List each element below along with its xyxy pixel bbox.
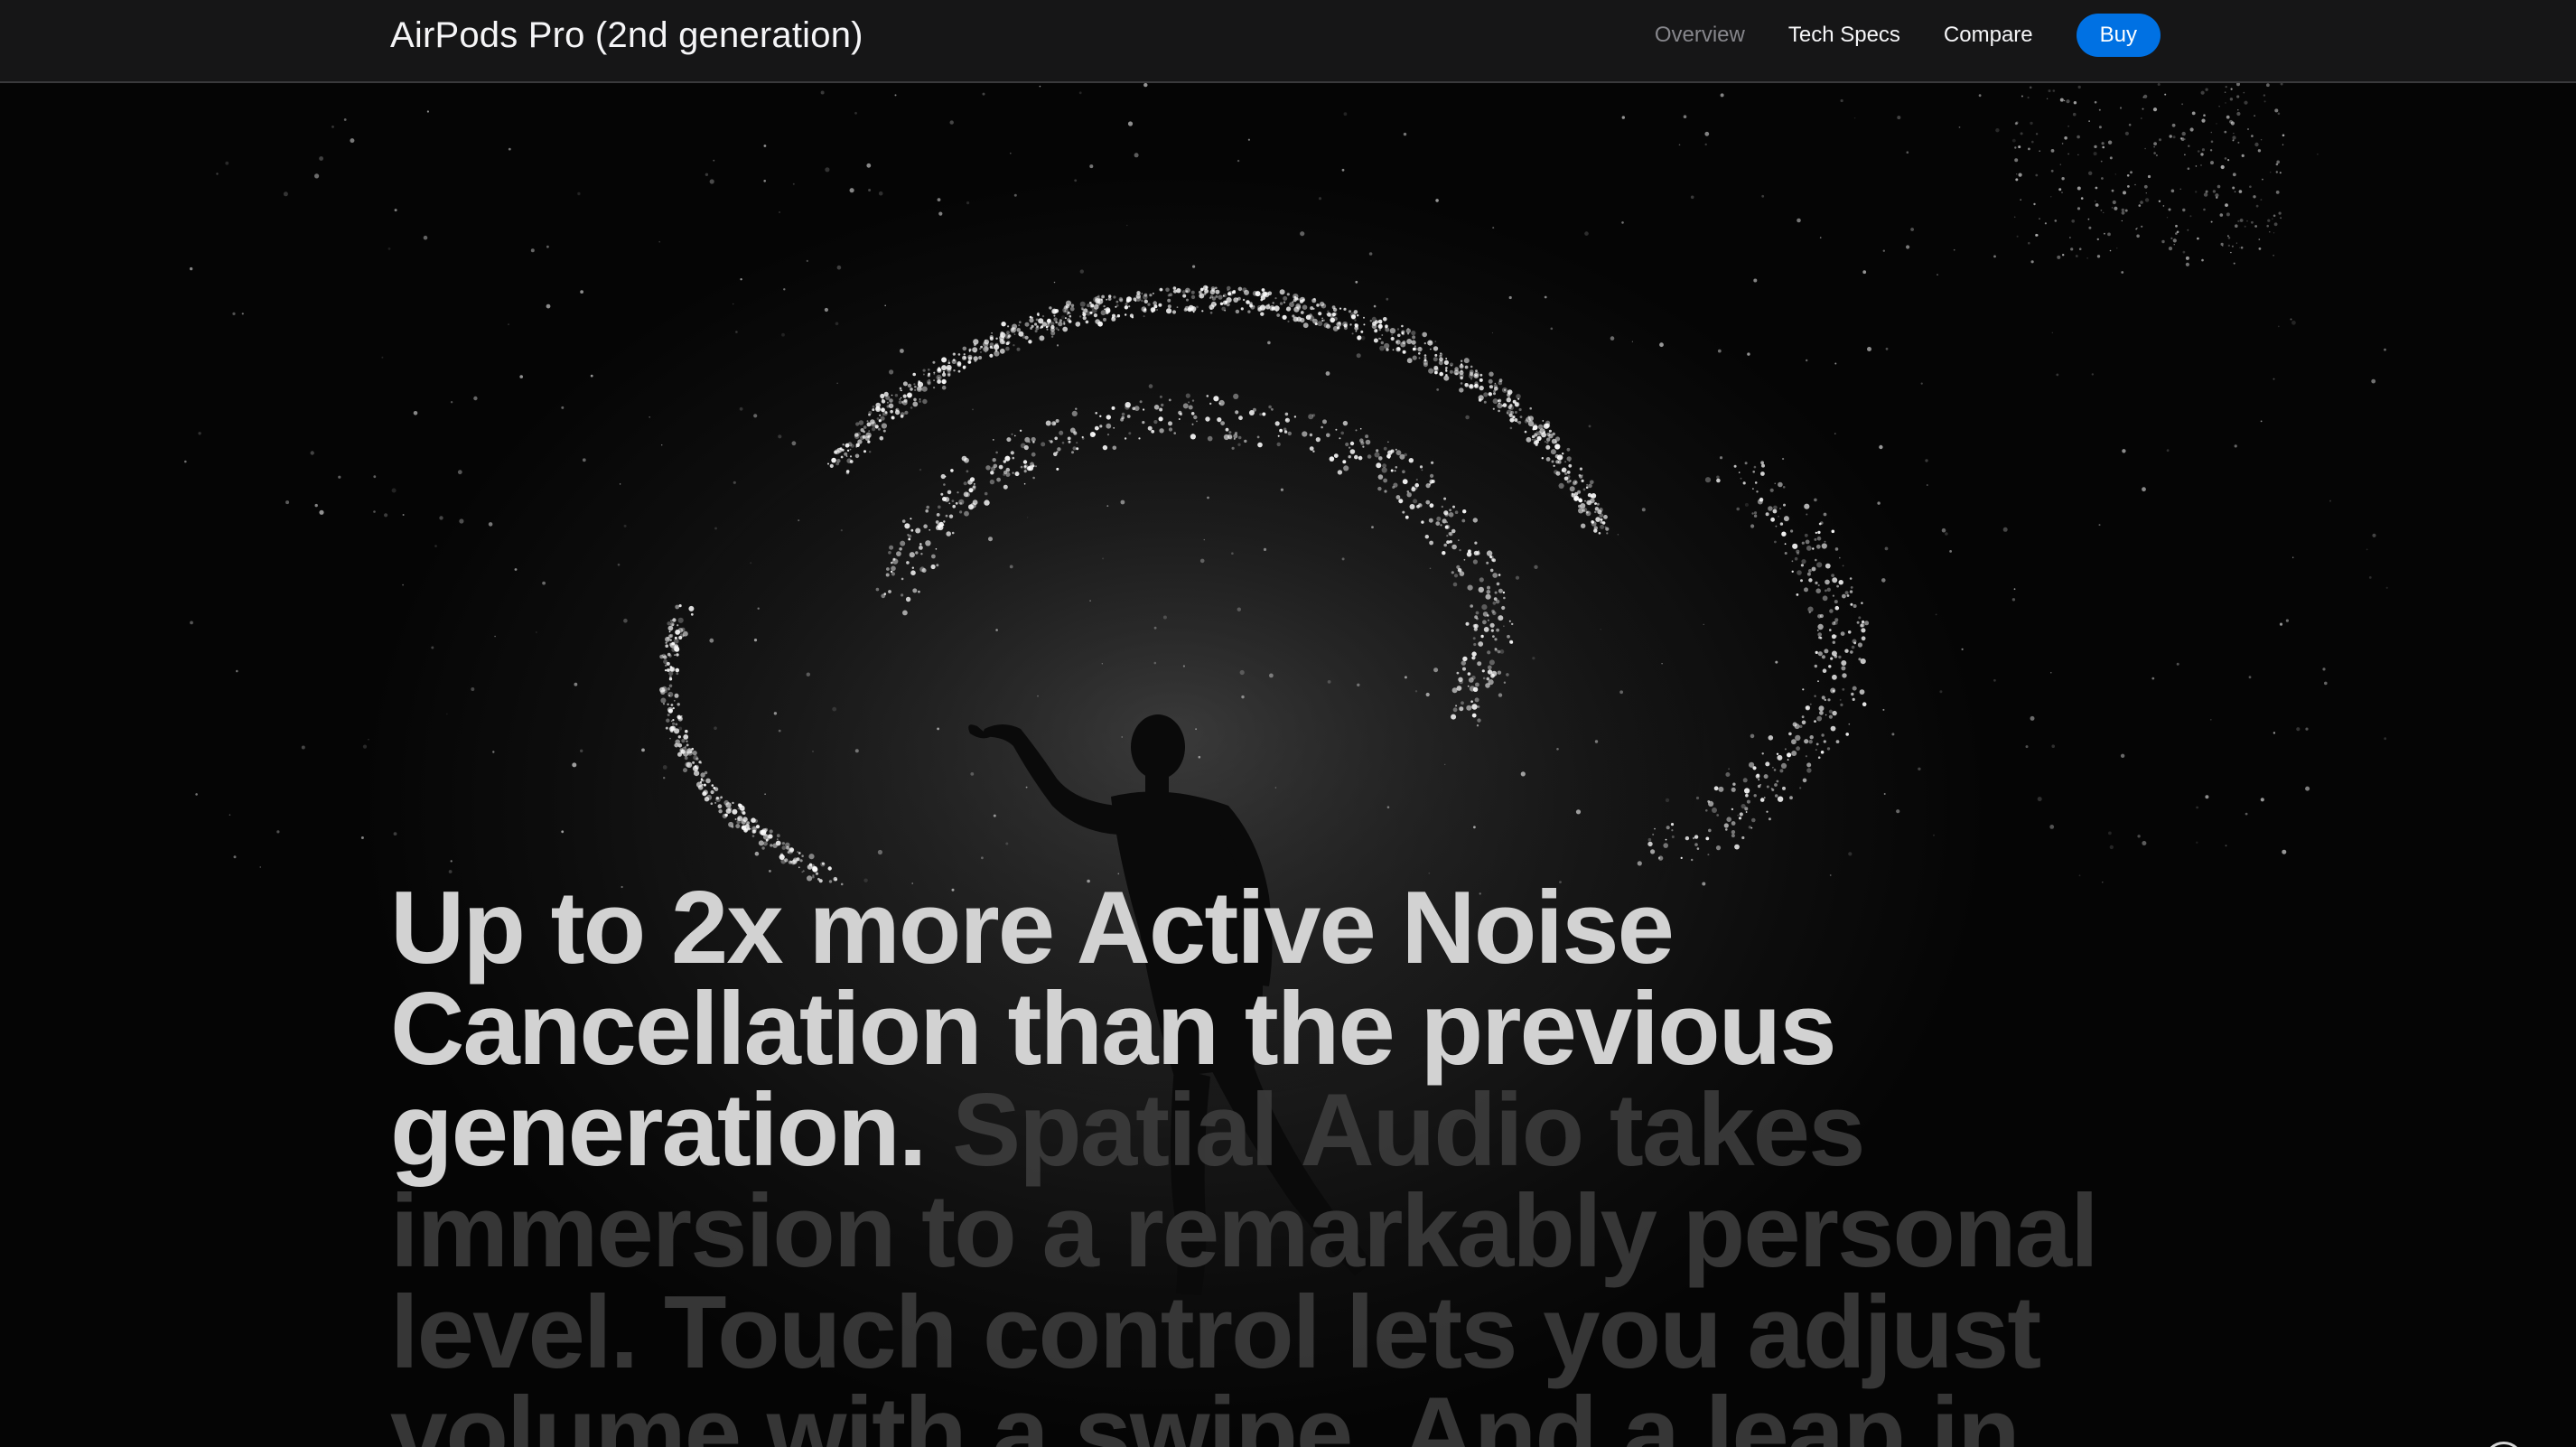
- hero-headline: Up to 2x more Active Noise Cancellation …: [390, 877, 2106, 1447]
- product-nav-links: Overview Tech Specs Compare Buy: [1611, 13, 2161, 58]
- hero-section: Up to 2x more Active Noise Cancellation …: [0, 83, 2576, 1447]
- nav-link-overview[interactable]: Overview: [1655, 23, 1745, 48]
- buy-button[interactable]: Buy: [2076, 14, 2161, 57]
- nav-link-compare[interactable]: Compare: [1944, 23, 2033, 48]
- page: AirPods Pro (2nd generation) Overview Te…: [0, 0, 2576, 1447]
- nav-link-tech-specs[interactable]: Tech Specs: [1788, 23, 1900, 48]
- product-title[interactable]: AirPods Pro (2nd generation): [390, 13, 863, 58]
- product-nav-bar: AirPods Pro (2nd generation) Overview Te…: [0, 0, 2576, 83]
